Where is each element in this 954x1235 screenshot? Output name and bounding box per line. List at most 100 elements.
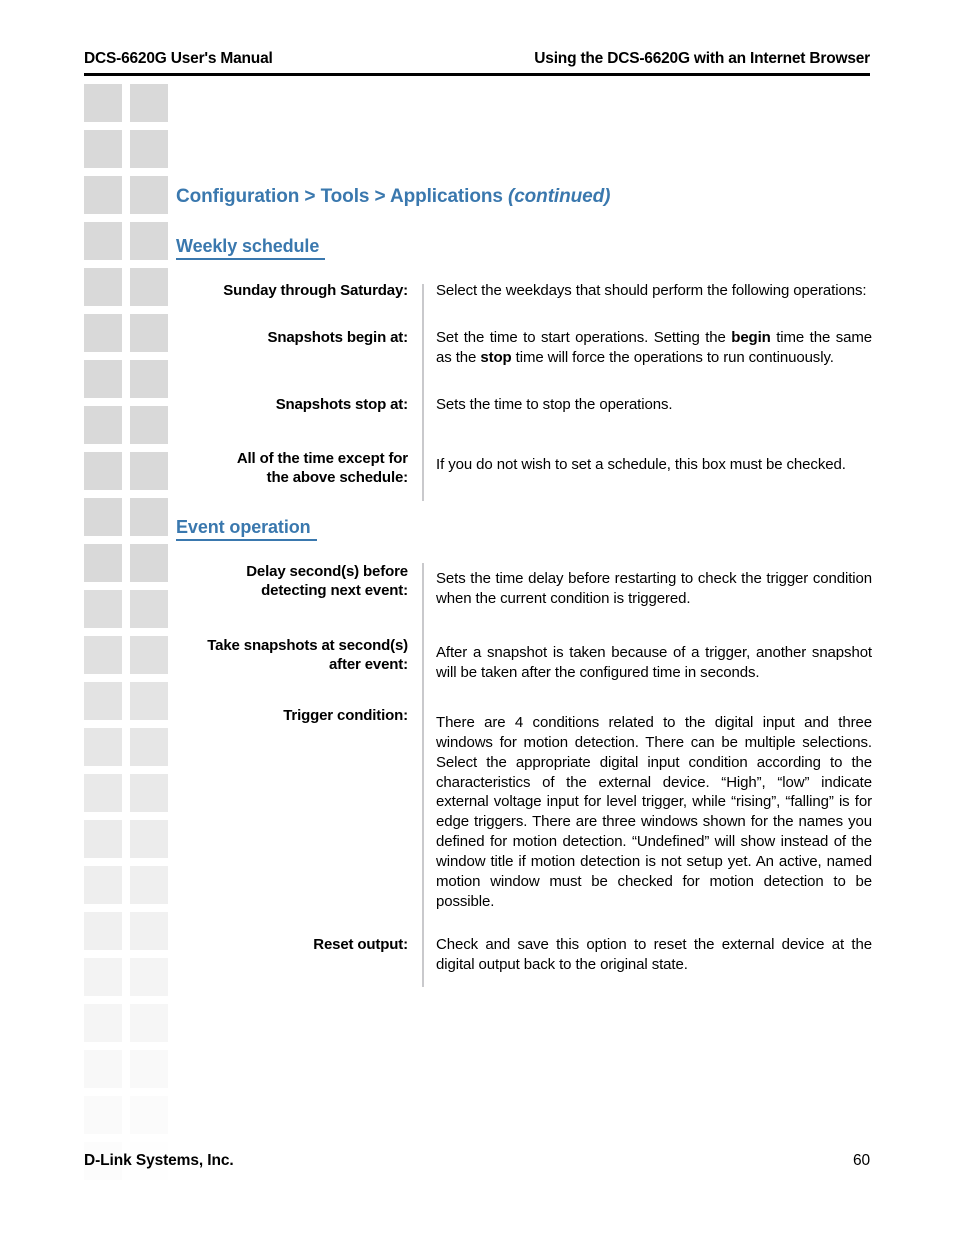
definition-row: Sunday through Saturday: Select the week… (176, 280, 872, 301)
decorative-square (84, 222, 122, 260)
decorative-square (130, 130, 168, 168)
decorative-square (130, 912, 168, 950)
decorative-square (130, 682, 168, 720)
decorative-square (84, 544, 122, 582)
decorative-square (84, 1004, 122, 1042)
decorative-square (130, 544, 168, 582)
decorative-square (130, 176, 168, 214)
decorative-square (130, 728, 168, 766)
definition-term-line: All of the time except for (236, 449, 408, 467)
definition-term: Trigger condition: (283, 706, 408, 724)
definition-description: Sets the time delay before restarting to… (436, 569, 872, 607)
decorative-square (84, 176, 122, 214)
definition-term-line: Take snapshots at second(s) (207, 636, 408, 654)
decorative-square (130, 452, 168, 490)
decorative-square (130, 84, 168, 122)
definition-list-event-operation: Delay second(s) before detecting next ev… (176, 561, 872, 987)
decorative-square (84, 636, 122, 674)
footer-company: D-Link Systems, Inc. (84, 1152, 234, 1169)
definition-term: Sunday through Saturday: (223, 281, 408, 299)
decorative-square (84, 820, 122, 858)
decorative-square (84, 314, 122, 352)
definition-description: After a snapshot is taken because of a t… (436, 643, 872, 681)
manual-page: DCS-6620G User's Manual Using the DCS-66… (0, 0, 954, 1235)
definition-description: Sets the time to stop the operations. (436, 395, 673, 413)
definition-list-weekly-schedule: Sunday through Saturday: Select the week… (176, 280, 873, 502)
header-manual-title: DCS-6620G User's Manual (84, 50, 273, 67)
decorative-square (130, 774, 168, 812)
definition-term: Snapshots begin at: (267, 328, 409, 346)
decorative-square (84, 590, 122, 628)
definition-description: Check and save this option to reset the … (436, 936, 872, 974)
definition-row: All of the time except for the above sch… (176, 441, 872, 487)
decorative-square (84, 268, 122, 306)
decorative-square (130, 590, 168, 628)
definition-row: Delay second(s) before detecting next ev… (176, 561, 872, 609)
decorative-square (84, 1096, 122, 1134)
page-title: Configuration > Tools > Applications (co… (176, 186, 872, 208)
definition-row: Reset output: Check and save this option… (176, 934, 872, 975)
header-chapter-title: Using the DCS-6620G with an Internet Bro… (534, 50, 870, 67)
definition-description: If you do not wish to set a schedule, th… (436, 455, 846, 473)
decorative-square (84, 1188, 122, 1226)
decorative-square (84, 498, 122, 536)
definition-term: Reset output: (313, 936, 408, 954)
decorative-square (130, 314, 168, 352)
decorative-square (84, 728, 122, 766)
definition-term-line: after event: (328, 656, 408, 674)
decorative-square (130, 1050, 168, 1088)
decorative-square (130, 1004, 168, 1042)
decorative-square (130, 406, 168, 444)
desc-text: Set the time to start operations. Settin… (436, 328, 732, 346)
definition-row: Snapshots stop at: Sets the time to stop… (176, 394, 872, 415)
header-rule (84, 73, 870, 76)
decorative-square (84, 1050, 122, 1088)
decorative-square (84, 682, 122, 720)
section-heading-weekly-schedule: Weekly schedule (176, 236, 326, 260)
continued-label: (continued) (507, 186, 611, 207)
definition-description: There are 4 conditions related to the di… (436, 713, 872, 911)
decorative-square (130, 636, 168, 674)
decorative-square (84, 774, 122, 812)
decorative-square (130, 820, 168, 858)
decorative-square (84, 866, 122, 904)
decorative-square (130, 1188, 168, 1226)
definition-row: Trigger condition: There are 4 condition… (176, 705, 872, 912)
decorative-square (130, 1096, 168, 1134)
decorative-square (130, 360, 168, 398)
decorative-square (84, 406, 122, 444)
decorative-square (130, 498, 168, 536)
page-header: DCS-6620G User's Manual Using the DCS-66… (84, 50, 870, 68)
decorative-square (130, 958, 168, 996)
section-heading-event-operation: Event operation (176, 517, 317, 541)
decorative-square-column-right (130, 84, 168, 1234)
decorative-square (84, 360, 122, 398)
decorative-square-column-left (84, 84, 122, 1234)
decorative-square (84, 452, 122, 490)
definition-term: Delay second(s) before detecting next ev… (176, 561, 408, 600)
definition-description: Set the time to start operations. Settin… (436, 327, 872, 368)
desc-text: time will force the operations to run co… (511, 348, 834, 366)
page-content: Configuration > Tools > Applications (co… (176, 186, 873, 987)
definition-term-line: Delay second(s) before (246, 562, 408, 580)
definition-row: Take snapshots at second(s) after event:… (176, 635, 872, 683)
definition-term-line: detecting next event: (261, 582, 408, 600)
decorative-square (84, 130, 122, 168)
desc-emphasis-stop: stop (480, 348, 512, 366)
decorative-square (84, 958, 122, 996)
definition-term: All of the time except for the above sch… (176, 441, 408, 487)
decorative-square (84, 84, 122, 122)
definition-term: Take snapshots at second(s) after event: (176, 635, 408, 674)
footer-page-number: 60 (852, 1152, 870, 1169)
decorative-square (130, 222, 168, 260)
definition-term: Snapshots stop at: (275, 395, 408, 413)
definition-row: Snapshots begin at: Set the time to star… (176, 327, 873, 368)
desc-emphasis-begin: begin (731, 328, 771, 346)
definition-term-line: the above schedule: (266, 468, 409, 486)
breadcrumb: Configuration > Tools > Applications (176, 186, 503, 207)
page-footer: D-Link Systems, Inc. 60 (84, 1152, 870, 1170)
decorative-square (130, 268, 168, 306)
definition-description: Select the weekdays that should perform … (436, 281, 867, 299)
decorative-square (84, 912, 122, 950)
decorative-square (130, 866, 168, 904)
